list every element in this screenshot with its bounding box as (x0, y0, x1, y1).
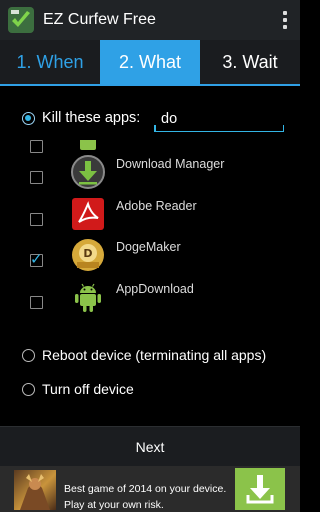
turn-off-option[interactable]: Turn off device (22, 381, 134, 397)
action-bar: EZ Curfew Free (0, 0, 300, 40)
app-name: DogeMaker (116, 240, 181, 254)
app-checkbox[interactable] (30, 250, 43, 268)
app-name: AppDownload (116, 282, 194, 296)
tab-bar: 1. When 2. What 3. Wait (0, 40, 300, 86)
ad-text[interactable]: Best game of 2014 on your device. Play a… (64, 481, 226, 512)
kill-apps-option[interactable]: Kill these apps: (22, 110, 140, 126)
app-filter-input[interactable]: do (154, 108, 284, 132)
kill-apps-label: Kill these apps: (42, 110, 141, 126)
app-name: Download Manager (116, 157, 225, 171)
list-item[interactable]: AppDownload (0, 273, 300, 315)
app-checkbox[interactable] (30, 296, 43, 309)
ez-curfew-app-icon (8, 7, 34, 33)
ad-game-image[interactable] (14, 470, 56, 510)
tab-when[interactable]: 1. When (0, 40, 100, 84)
svg-text:D: D (83, 247, 92, 260)
turn-off-radio[interactable] (22, 382, 35, 396)
app-name: Adobe Reader (116, 199, 197, 213)
ad-line-1: Best game of 2014 on your device. (64, 483, 227, 495)
tab-wait[interactable]: 3. Wait (200, 40, 300, 84)
android-icon (75, 283, 101, 312)
download-manager-icon (71, 155, 105, 189)
reboot-label: Reboot device (terminating all apps) (42, 347, 267, 363)
adobe-reader-icon (72, 198, 104, 230)
dogemaker-icon: D (72, 239, 104, 271)
ad-line-2: Play at your own risk. (64, 499, 164, 511)
app-title: EZ Curfew Free (43, 11, 156, 28)
app-list[interactable]: Download Manager Adobe Reader D DogeMake… (0, 140, 300, 330)
more-vert-icon[interactable] (270, 0, 300, 40)
turn-off-label: Turn off device (42, 381, 134, 397)
reboot-option[interactable]: Reboot device (terminating all apps) (22, 347, 266, 363)
download-icon (246, 475, 274, 504)
tab-what[interactable]: 2. What (100, 40, 200, 84)
ad-download-button[interactable] (235, 468, 285, 510)
app-checkbox[interactable] (30, 171, 43, 184)
next-label: Next (135, 438, 165, 455)
list-item[interactable]: D DogeMaker (0, 231, 300, 273)
list-item[interactable]: Download Manager (0, 148, 300, 190)
list-item[interactable]: Adobe Reader (0, 190, 300, 232)
kill-apps-radio[interactable] (22, 111, 35, 125)
next-button[interactable]: Next (0, 426, 300, 466)
reboot-radio[interactable] (22, 348, 35, 362)
app-checkbox[interactable] (30, 213, 43, 226)
